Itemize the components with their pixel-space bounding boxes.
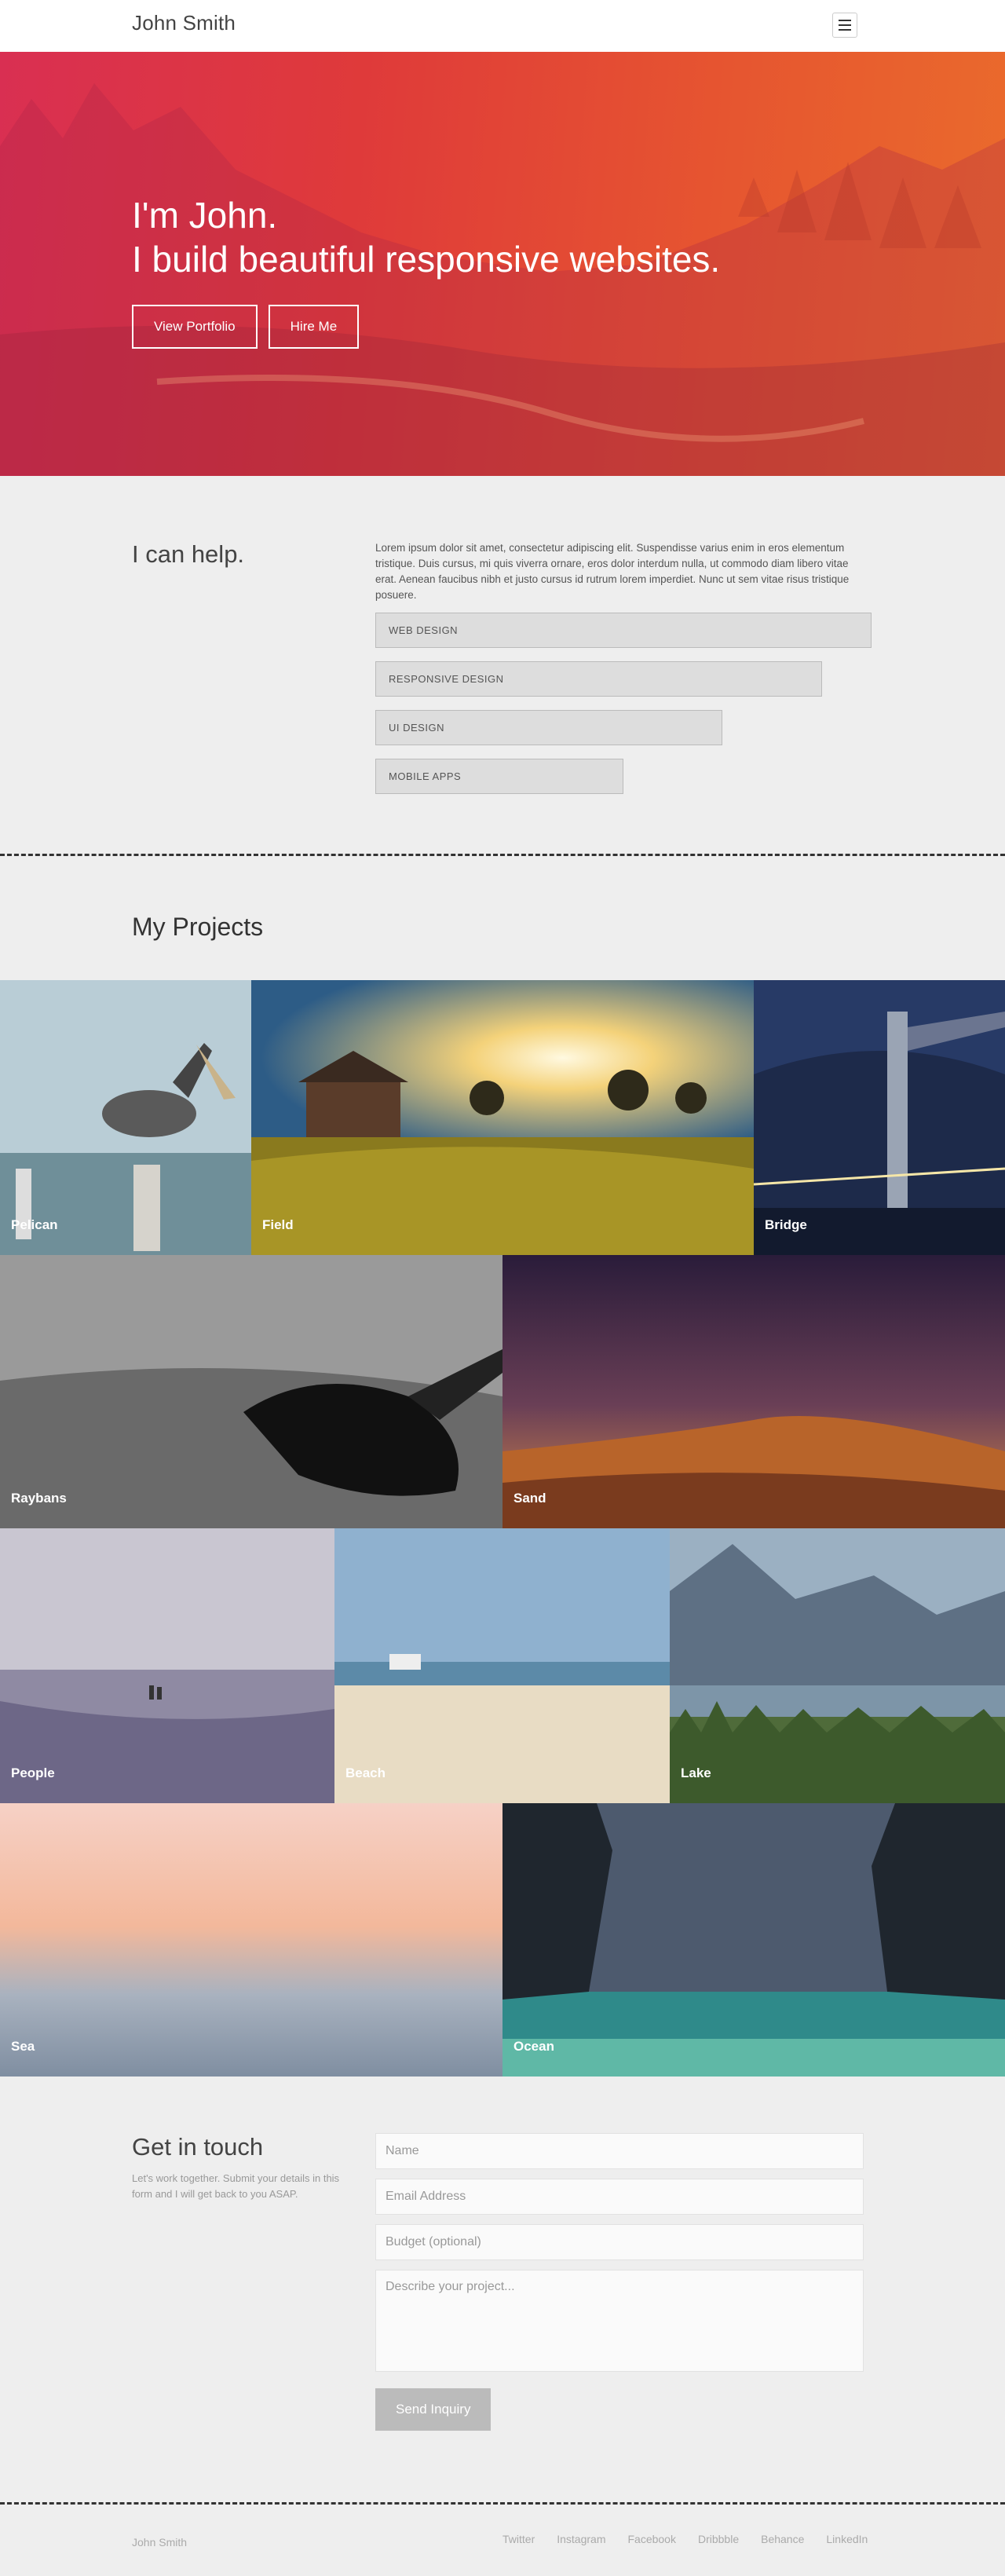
- skill-bar-mobile-apps: Mobile Apps: [375, 759, 623, 794]
- services-description: Lorem ipsum dolor sit amet, consectetur …: [375, 542, 850, 601]
- contact-description: Let's work together. Submit your details…: [132, 2172, 340, 2200]
- project-tile-beach[interactable]: Beach: [334, 1528, 670, 1803]
- hero-greeting: I'm John.: [132, 195, 278, 236]
- beach-image: [334, 1528, 670, 1803]
- menu-line: [839, 29, 851, 31]
- lake-image: [670, 1528, 1005, 1803]
- view-portfolio-button[interactable]: View Portfolio: [132, 305, 258, 349]
- project-row: People Beach Lake: [0, 1528, 1005, 1803]
- hamburger-icon[interactable]: [832, 13, 857, 38]
- project-tile-pelican[interactable]: Pelican: [0, 980, 251, 1255]
- project-label: Raybans: [11, 1491, 67, 1506]
- project-tile-people[interactable]: People: [0, 1528, 334, 1803]
- projects-title: My Projects: [132, 913, 264, 941]
- social-links: Twitter Instagram Facebook Dribbble Beha…: [502, 2533, 868, 2545]
- social-link-instagram[interactable]: Instagram: [557, 2533, 605, 2545]
- project-row: Raybans Sand: [0, 1255, 1005, 1528]
- hero-section: I'm John. I build beautiful responsive w…: [0, 52, 1005, 476]
- email-field[interactable]: [375, 2179, 864, 2215]
- project-row: Sea Ocean: [0, 1803, 1005, 2077]
- social-link-linkedin[interactable]: LinkedIn: [826, 2533, 868, 2545]
- send-inquiry-button[interactable]: Send Inquiry: [375, 2388, 492, 2431]
- project-tile-sea[interactable]: Sea: [0, 1803, 502, 2077]
- ocean-image: [502, 1803, 1005, 2077]
- hero-content: I'm John. I build beautiful responsive w…: [132, 193, 720, 349]
- social-link-behance[interactable]: Behance: [761, 2533, 804, 2545]
- brand-logo[interactable]: John Smith: [132, 11, 236, 35]
- top-navbar: John Smith: [0, 0, 1005, 52]
- project-tile-ocean[interactable]: Ocean: [502, 1803, 1005, 2077]
- project-tile-field[interactable]: Field: [251, 980, 754, 1255]
- hire-me-button[interactable]: Hire Me: [268, 305, 360, 349]
- project-label: Ocean: [513, 2039, 554, 2054]
- skill-bars: Web Design Responsive Design UI Design M…: [375, 613, 872, 794]
- field-image: [251, 980, 754, 1255]
- project-tile-bridge[interactable]: Bridge: [754, 980, 1005, 1255]
- project-tile-raybans[interactable]: Raybans: [0, 1255, 502, 1528]
- sand-image: [502, 1255, 1005, 1528]
- projects-section: My Projects Pelican Field Bridge Raybans…: [0, 856, 1005, 2077]
- footer: John Smith Twitter Instagram Facebook Dr…: [0, 2502, 1005, 2576]
- hero-tagline: I build beautiful responsive websites.: [132, 239, 721, 280]
- contact-title: Get in touch: [132, 2133, 264, 2161]
- project-row: Pelican Field Bridge: [0, 980, 1005, 1255]
- sea-image: [0, 1803, 502, 2077]
- footer-name: John Smith: [132, 2536, 188, 2549]
- project-label: Beach: [345, 1766, 386, 1780]
- bridge-image: [754, 980, 1005, 1255]
- project-description-field[interactable]: [375, 2270, 864, 2372]
- raybans-image: [0, 1255, 502, 1528]
- project-label: Lake: [681, 1766, 711, 1780]
- project-label: Sea: [11, 2039, 35, 2054]
- services-section: I can help. Lorem ipsum dolor sit amet, …: [0, 476, 1005, 856]
- project-label: Bridge: [765, 1217, 807, 1232]
- hero-buttons: View Portfolio Hire Me: [132, 305, 720, 349]
- social-link-dribbble[interactable]: Dribbble: [698, 2533, 739, 2545]
- skill-bar-responsive-design: Responsive Design: [375, 661, 822, 697]
- project-label: Pelican: [11, 1217, 58, 1232]
- contact-section: Get in touch Let's work together. Submit…: [0, 2077, 1005, 2502]
- services-title: I can help.: [132, 540, 245, 568]
- menu-line: [839, 24, 851, 26]
- pelican-image: [0, 980, 251, 1255]
- project-label: People: [11, 1766, 55, 1780]
- social-link-facebook[interactable]: Facebook: [627, 2533, 675, 2545]
- menu-line: [839, 20, 851, 21]
- social-link-twitter[interactable]: Twitter: [502, 2533, 535, 2545]
- project-label: Sand: [513, 1491, 546, 1506]
- skill-bar-web-design: Web Design: [375, 613, 872, 648]
- skill-bar-ui-design: UI Design: [375, 710, 723, 745]
- project-label: Field: [262, 1217, 294, 1232]
- project-tile-lake[interactable]: Lake: [670, 1528, 1005, 1803]
- name-field[interactable]: [375, 2133, 864, 2169]
- project-tile-sand[interactable]: Sand: [502, 1255, 1005, 1528]
- people-image: [0, 1528, 334, 1803]
- contact-form: Send Inquiry: [375, 2133, 872, 2431]
- budget-field[interactable]: [375, 2224, 864, 2260]
